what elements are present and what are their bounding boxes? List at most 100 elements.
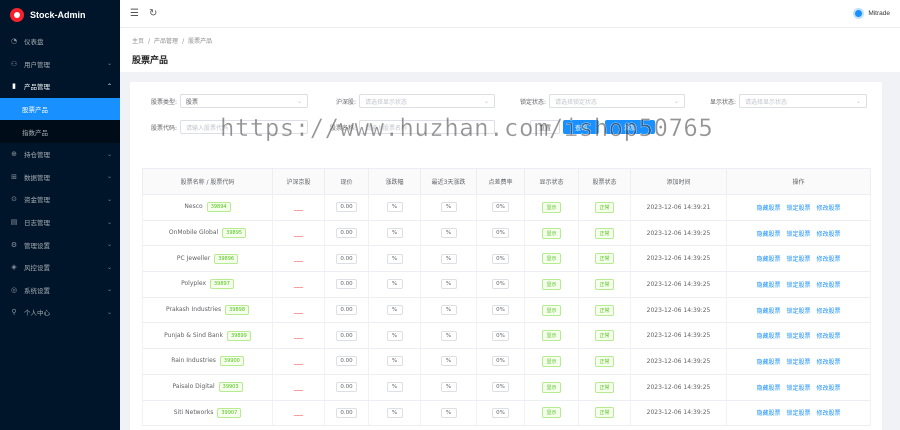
chevron-down-icon: ⌄ [106,308,112,316]
lock-stock-link[interactable]: 锁定股票 [786,410,810,417]
chevron-down-icon: ⌄ [296,97,302,105]
hide-stock-link[interactable]: 隐藏股票 [756,282,780,289]
edit-stock-link[interactable]: 修改股票 [817,282,841,289]
edit-stock-link[interactable]: 修改股票 [817,231,841,238]
sidebar-menu: ◔ 仪表盘 ⚇ 用户管理 ⌄ ▮ 产品管理 ⌃ 股票产品 指数产品 ⊕ 持仓管理 ⌄ ⊞ 数据管… [0,30,120,324]
hide-stock-link[interactable]: 隐藏股票 [756,385,780,392]
exchange-select[interactable]: 请选择显示状态 ⌄ [359,94,495,108]
cell-status: 正常 [578,271,631,298]
hide-stock-link[interactable]: 隐藏股票 [756,205,780,212]
stock-status-badge: 正常 [595,381,614,393]
reset-button[interactable]: 重置 [530,120,561,134]
cell-actions: 隐藏股票 锁定股票 修改股票 [726,348,871,375]
change-value: % [386,407,403,418]
cell-name-code: Punjab & Sind Bank 39899 [142,322,273,350]
cell-price: 0.00 [324,322,369,350]
cell-display: 显示 [524,348,579,375]
cell-change3: % [420,194,477,221]
lock-stock-link[interactable]: 锁定股票 [786,333,810,340]
cell-display: 显示 [524,194,579,221]
price-value: 0.00 [336,253,357,264]
hide-stock-link[interactable]: 隐藏股票 [756,308,780,315]
col-header-change3: 最近3天涨跌 [420,168,477,195]
hide-stock-link[interactable]: 隐藏股票 [756,333,780,340]
menu-fold-icon[interactable]: ☰ [130,8,139,19]
chevron-down-icon: ⌄ [106,150,112,158]
stock-status-badge: 正常 [595,330,614,342]
edit-stock-link[interactable]: 修改股票 [817,256,841,263]
add-stock-button[interactable]: 添加 [605,120,656,134]
cell-status: 正常 [578,245,631,273]
edit-stock-link[interactable]: 修改股票 [817,385,841,392]
hide-stock-link[interactable]: 隐藏股票 [756,231,780,238]
edit-stock-link[interactable]: 修改股票 [817,359,841,366]
sidebar-item-funds[interactable]: ⊙ 资金管理 ⌄ [0,188,120,211]
price-value: 0.00 [336,382,357,393]
lock-stock-link[interactable]: 锁定股票 [786,359,810,366]
user-menu[interactable]: Mitrade [853,8,890,19]
stock-code-tag: 39894 [206,202,231,213]
lock-stock-link[interactable]: 锁定股票 [786,231,810,238]
sidebar-item-stock-products[interactable]: 股票产品 [0,97,120,121]
edit-stock-link[interactable]: 修改股票 [817,333,841,340]
market-value: ___ [294,203,303,211]
filter-actions: 重置 查询 添加 [530,120,656,134]
stock-name-input[interactable]: 请输入股票名称 [359,120,495,134]
cell-status: 正常 [578,297,631,324]
lock-stock-link[interactable]: 锁定股票 [786,282,810,289]
added-time: 2023-12-06 14:39:25 [646,357,711,365]
cell-market: ___ [272,271,325,298]
sidebar-item-positions[interactable]: ⊕ 持仓管理 ⌄ [0,143,120,166]
breadcrumb-products[interactable]: 产品管理 [154,38,178,45]
sidebar-item-index-products[interactable]: 指数产品 [0,120,120,143]
edit-stock-link[interactable]: 修改股票 [817,205,841,212]
lock-stock-link[interactable]: 锁定股票 [786,385,810,392]
table-row: Polyplex 39897 ___ 0.00%% 0% 显示 正常 2023-12-06 1… [142,271,871,298]
change-value: % [386,202,403,213]
hide-stock-link[interactable]: 隐藏股票 [756,359,780,366]
price-value: 0.00 [336,330,357,341]
cell-price: 0.00 [324,220,369,247]
col-header-price: 现价 [324,168,369,195]
cell-market: ___ [272,348,325,375]
stock-type-select[interactable]: 股票 ⌄ [180,94,308,108]
lock-stock-link[interactable]: 锁定股票 [786,205,810,212]
market-value: ___ [294,332,303,340]
stock-name: OnMobile Global [168,229,219,237]
sidebar-item-admin-settings[interactable]: ⚙ 管理设置 ⌄ [0,233,120,256]
edit-stock-link[interactable]: 修改股票 [817,308,841,315]
sidebar-item-system-settings[interactable]: ◎ 系统设置 ⌄ [0,279,120,302]
price-value: 0.00 [336,356,357,367]
sidebar-item-data[interactable]: ⊞ 数据管理 ⌄ [0,166,120,189]
cell-price: 0.00 [324,194,369,221]
search-button[interactable]: 查询 [563,120,600,134]
sidebar-item-dashboard[interactable]: ◔ 仪表盘 [0,30,120,53]
sidebar-item-logs[interactable]: ▤ 日志管理 ⌄ [0,211,120,234]
display-status-select[interactable]: 请选择显示状态 ⌄ [739,94,867,108]
cell-market: ___ [272,374,325,401]
cell-market: ___ [272,322,325,350]
table-row: Nesco 39894 ___ 0.00%% 0% 显示 正常 2023-12-06 14:3… [142,194,871,221]
chevron-down-icon: ⌄ [106,60,112,68]
lock-status-select[interactable]: 请选择锁定状态 ⌄ [549,94,685,108]
change3-value: % [440,330,457,341]
data-icon: ⊞ [11,172,17,181]
sidebar-item-products[interactable]: ▮ 产品管理 ⌃ [0,75,120,98]
hide-stock-link[interactable]: 隐藏股票 [756,410,780,417]
cell-spread: 0% [476,374,525,401]
lock-stock-link[interactable]: 锁定股票 [786,308,810,315]
sidebar-item-profile[interactable]: ⚲ 个人中心 ⌄ [0,301,120,324]
lock-stock-link[interactable]: 锁定股票 [786,256,810,263]
display-status-badge: 显示 [542,304,561,316]
breadcrumb-home[interactable]: 主页 [132,38,144,45]
sidebar-item-risk-settings[interactable]: ◈ 风控设置 ⌄ [0,256,120,279]
hide-stock-link[interactable]: 隐藏股票 [756,256,780,263]
price-value: 0.00 [336,407,357,418]
cell-display: 显示 [524,400,579,427]
change-value: % [386,279,403,290]
edit-stock-link[interactable]: 修改股票 [817,410,841,417]
chevron-down-icon: ⌄ [855,97,861,105]
stock-code-input[interactable]: 请输入股票代码 [180,120,308,134]
sidebar-item-users[interactable]: ⚇ 用户管理 ⌄ [0,53,120,76]
refresh-icon[interactable]: ↻ [149,8,157,19]
